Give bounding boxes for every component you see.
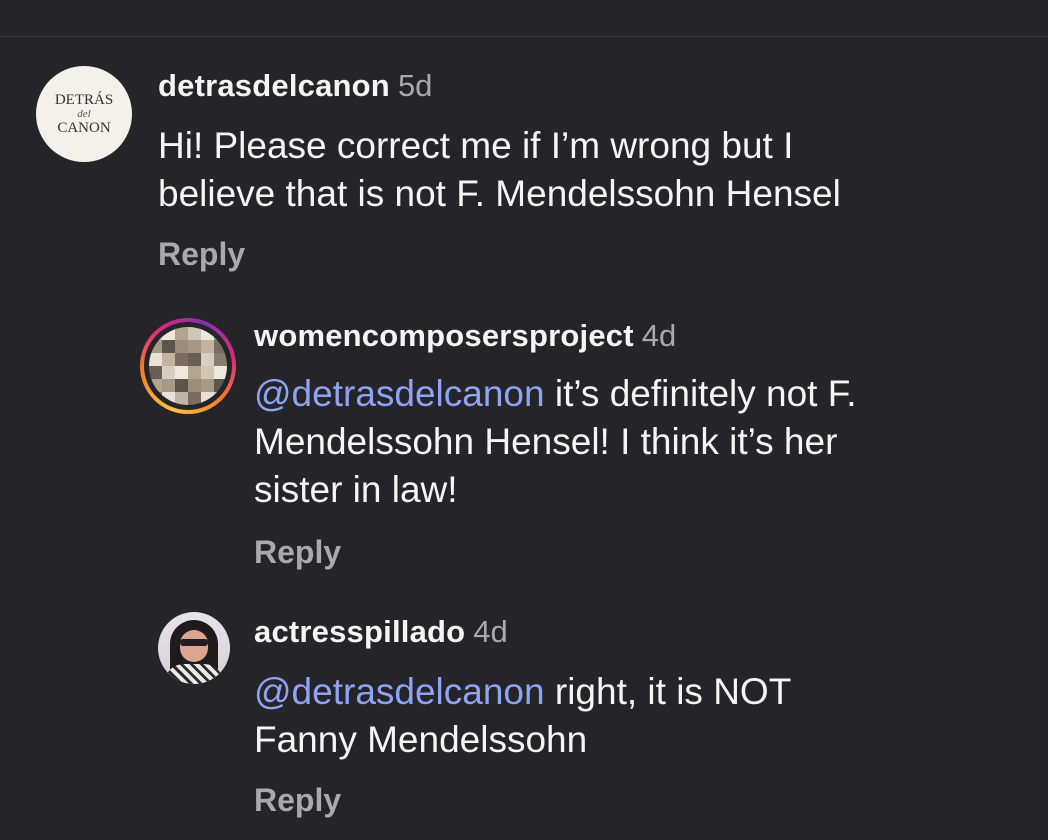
collage-tile <box>201 379 214 392</box>
collage-tile <box>149 327 162 340</box>
username[interactable]: actresspillado <box>254 614 465 649</box>
collage-tile <box>175 327 188 340</box>
collage-tile <box>162 353 175 366</box>
avatar-shirt <box>164 664 224 684</box>
collage-tile <box>201 366 214 379</box>
comment-line: Mendelssohn Hensel! I think it’s her <box>254 421 838 462</box>
collage-tile <box>188 327 201 340</box>
detras-del-canon-logo: DETRÁS del CANON <box>54 92 114 136</box>
collage-tile <box>188 353 201 366</box>
collage-tile <box>214 340 227 353</box>
username[interactable]: womencomposersproject <box>254 318 634 353</box>
collage-tile <box>162 340 175 353</box>
collage-tile <box>149 379 162 392</box>
reply-button[interactable]: Reply <box>158 236 245 273</box>
comment-line: Fanny Mendelssohn <box>254 719 588 760</box>
avatar-sunglasses <box>180 639 208 646</box>
avatar-face <box>180 630 208 662</box>
collage-tile <box>149 353 162 366</box>
avatar-collage-image <box>149 327 227 405</box>
comment-header: detrasdelcanon 5d <box>158 68 432 104</box>
collage-tile <box>201 392 214 405</box>
comment-text: @detrasdelcanon right, it is NOT Fanny M… <box>254 668 1034 764</box>
reply-button[interactable]: Reply <box>254 534 341 571</box>
mention-link[interactable]: @detrasdelcanon <box>254 373 545 414</box>
collage-tile <box>214 392 227 405</box>
comment-line: @detrasdelcanon it’s definitely not F. <box>254 373 857 414</box>
collage-tile <box>175 366 188 379</box>
collage-tile <box>188 392 201 405</box>
collage-tile <box>162 392 175 405</box>
collage-tile <box>162 379 175 392</box>
collage-tile <box>175 379 188 392</box>
comment-header: actresspillado 4d <box>254 614 508 650</box>
timestamp: 4d <box>473 614 508 649</box>
comment-line: Hi! Please correct me if I’m wrong but I <box>158 125 794 166</box>
timestamp: 5d <box>397 68 433 103</box>
comment-text: @detrasdelcanon it’s definitely not F. M… <box>254 370 1034 514</box>
collage-tile <box>175 340 188 353</box>
collage-tile <box>201 353 214 366</box>
collage-tile <box>175 392 188 405</box>
avatar-detrasdelcanon[interactable]: DETRÁS del CANON <box>36 66 132 162</box>
collage-tile <box>214 379 227 392</box>
collage-tile <box>162 366 175 379</box>
collage-tile <box>201 340 214 353</box>
comment-header: womencomposersproject 4d <box>254 318 676 354</box>
comment-text: Hi! Please correct me if I’m wrong but I… <box>158 122 1018 218</box>
avatar-actresspillado[interactable] <box>158 612 230 684</box>
collage-tile <box>188 379 201 392</box>
collage-tile <box>149 392 162 405</box>
collage-tile <box>214 327 227 340</box>
reply-button[interactable]: Reply <box>254 782 341 819</box>
collage-tile <box>214 366 227 379</box>
comment-line: believe that is not F. Mendelssohn Hense… <box>158 173 841 214</box>
comment-line: @detrasdelcanon right, it is NOT <box>254 671 792 712</box>
comment-line: sister in law! <box>254 469 458 510</box>
avatar-womencomposersproject[interactable] <box>140 318 236 414</box>
collage-tile <box>149 366 162 379</box>
collage-tile <box>188 340 201 353</box>
collage-tile <box>175 353 188 366</box>
collage-tile <box>162 327 175 340</box>
mention-link[interactable]: @detrasdelcanon <box>254 671 545 712</box>
collage-tile <box>214 353 227 366</box>
collage-tile <box>188 366 201 379</box>
top-divider <box>0 36 1048 37</box>
collage-tile <box>149 340 162 353</box>
avatar-ring-gap <box>144 322 232 410</box>
collage-tile <box>201 327 214 340</box>
timestamp: 4d <box>641 318 677 353</box>
username[interactable]: detrasdelcanon <box>158 68 390 103</box>
